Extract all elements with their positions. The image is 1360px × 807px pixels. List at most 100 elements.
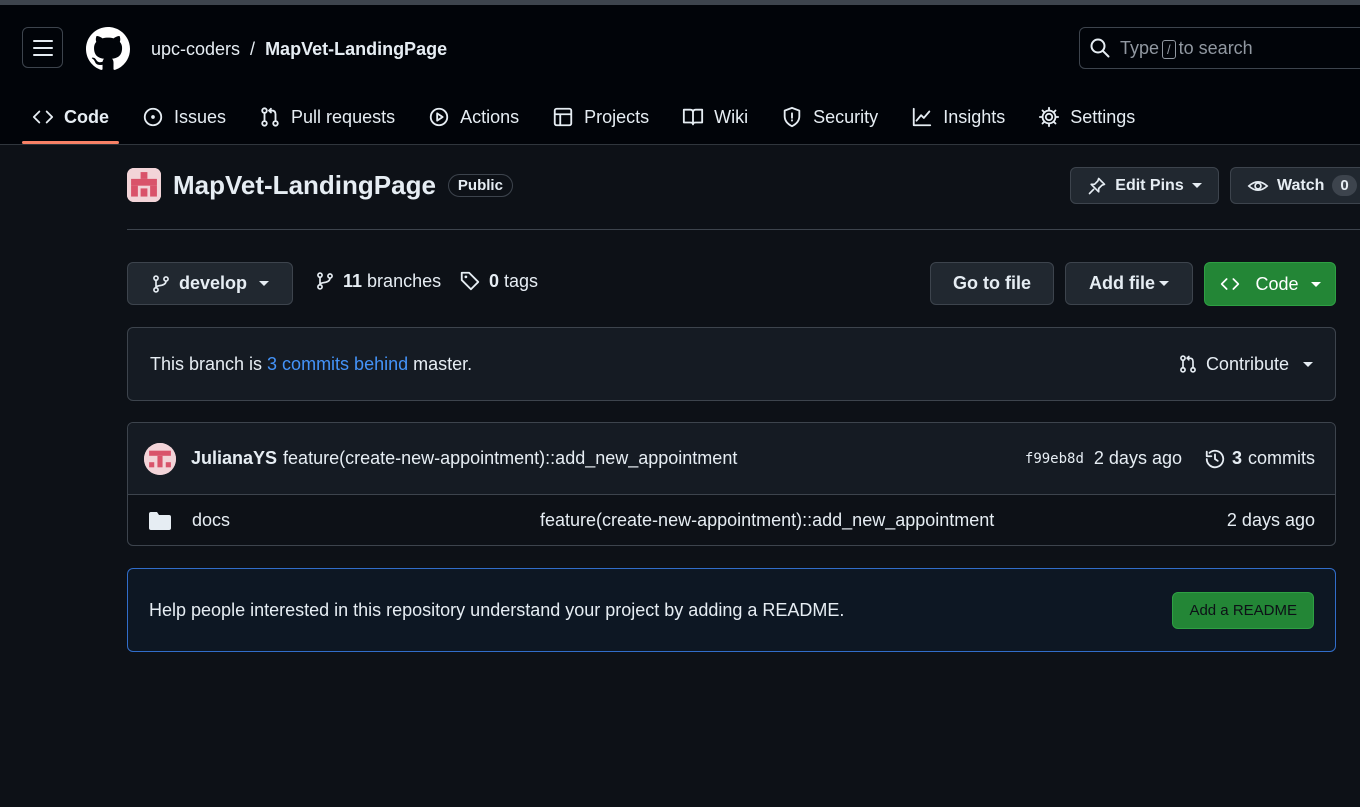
readme-prompt: Help people interested in this repositor… bbox=[127, 568, 1336, 652]
branches-count: 11 bbox=[343, 270, 363, 291]
commit-author-avatar[interactable] bbox=[144, 442, 176, 475]
branch-name: develop bbox=[178, 273, 248, 293]
readme-prompt-text: Help people interested in this repositor… bbox=[149, 599, 845, 620]
branches-link[interactable]: 11 branches bbox=[315, 270, 441, 292]
commit-author[interactable]: JulianaYS bbox=[191, 448, 277, 469]
pull-request-icon bbox=[1180, 355, 1196, 373]
menu-button[interactable] bbox=[22, 27, 63, 68]
contribute-button[interactable]: Contribute bbox=[1178, 353, 1313, 375]
git-branch-icon bbox=[153, 274, 169, 293]
chevron-down-icon bbox=[1310, 281, 1321, 287]
branch-status-notice: This branch is 3 commits behind master. … bbox=[127, 327, 1336, 401]
visibility-badge: Public bbox=[447, 173, 513, 197]
history-icon bbox=[1205, 449, 1225, 468]
branches-label: branches bbox=[367, 270, 442, 291]
pull-request-icon bbox=[261, 107, 279, 127]
search-placeholder: Type / to search bbox=[1120, 38, 1253, 59]
tab-security[interactable]: Security bbox=[771, 93, 888, 141]
file-browser: JulianaYS feature(create-new-appointment… bbox=[127, 422, 1336, 546]
shield-icon bbox=[783, 106, 801, 128]
notice-prefix: This branch is bbox=[150, 353, 263, 374]
owner-link[interactable]: upc-coders bbox=[151, 39, 240, 60]
repo-link[interactable]: MapVet-LandingPage bbox=[265, 39, 447, 60]
tab-settings[interactable]: Settings bbox=[1028, 93, 1145, 141]
commit-age: 2 days ago bbox=[1093, 448, 1182, 468]
file-age: 2 days ago bbox=[1226, 510, 1315, 530]
identicon-icon bbox=[144, 442, 176, 475]
search-shortcut-key: / bbox=[1162, 39, 1176, 59]
go-to-file-button[interactable]: Go to file bbox=[930, 262, 1054, 305]
global-header: upc-coders / MapVet-LandingPage Type / to … bbox=[0, 5, 1360, 145]
watch-count: 0 bbox=[1332, 175, 1357, 196]
header-divider bbox=[127, 229, 1360, 230]
hamburger-icon bbox=[32, 39, 53, 56]
tab-actions[interactable]: Actions bbox=[418, 93, 529, 141]
commits-count: 3 bbox=[1231, 448, 1242, 468]
pin-icon bbox=[1088, 177, 1106, 194]
commits-label: commits bbox=[1248, 448, 1315, 468]
book-icon bbox=[683, 108, 704, 126]
chevron-down-icon bbox=[259, 281, 270, 286]
commit-sha[interactable]: f99eb8d bbox=[1025, 451, 1084, 467]
identicon-icon bbox=[127, 168, 161, 202]
watch-label: Watch bbox=[1277, 176, 1325, 194]
tab-label: Pull requests bbox=[291, 106, 396, 127]
contribute-label: Contribute bbox=[1205, 353, 1289, 374]
breadcrumb: upc-coders / MapVet-LandingPage bbox=[151, 39, 447, 60]
notice-suffix: master. bbox=[413, 353, 473, 374]
search-placeholder-prefix: Type bbox=[1120, 37, 1160, 58]
eye-icon bbox=[1247, 180, 1269, 191]
graph-icon bbox=[913, 107, 932, 127]
repo-nav-tabs: Code Issues Pull requests Actions Projec… bbox=[22, 93, 1158, 144]
tab-pull-requests[interactable]: Pull requests bbox=[249, 93, 405, 141]
code-button-label: Code bbox=[1255, 273, 1299, 294]
commits-behind-link[interactable]: 3 commits behind bbox=[267, 354, 408, 375]
repo-title-bar: MapVet-LandingPage Public bbox=[127, 168, 513, 202]
breadcrumb-separator: / bbox=[250, 39, 256, 59]
edit-pins-button[interactable]: Edit Pins bbox=[1070, 167, 1219, 204]
tab-projects[interactable]: Projects bbox=[542, 93, 659, 141]
commit-message[interactable]: feature(create-new-appointment)::add_new… bbox=[283, 448, 737, 469]
file-commit-message[interactable]: feature(create-new-appointment)::add_new… bbox=[540, 510, 994, 531]
tab-code[interactable]: Code bbox=[22, 93, 119, 144]
tab-insights[interactable]: Insights bbox=[901, 93, 1015, 141]
tab-label: Projects bbox=[584, 106, 650, 127]
github-logo-icon[interactable] bbox=[86, 27, 130, 71]
tab-label: Insights bbox=[943, 106, 1006, 127]
issue-icon bbox=[143, 107, 163, 127]
code-button[interactable]: Code bbox=[1204, 262, 1336, 306]
file-row[interactable]: docs feature(create-new-appointment)::ad… bbox=[128, 495, 1335, 545]
chevron-down-icon bbox=[1191, 183, 1202, 188]
folder-icon bbox=[149, 511, 171, 530]
commit-meta: f99eb8d 2 days ago 3 commits bbox=[1025, 448, 1315, 470]
add-file-label: Add file bbox=[1089, 273, 1155, 293]
tab-wiki[interactable]: Wiki bbox=[672, 93, 758, 141]
file-name[interactable]: docs bbox=[192, 510, 230, 531]
tags-label: tags bbox=[504, 270, 539, 291]
tab-label: Actions bbox=[460, 106, 520, 127]
branch-select-button[interactable]: develop bbox=[127, 262, 293, 305]
tab-label: Settings bbox=[1070, 106, 1136, 127]
repo-title[interactable]: MapVet-LandingPage bbox=[173, 170, 436, 201]
repo-owner-avatar[interactable] bbox=[127, 168, 161, 202]
search-placeholder-suffix: to search bbox=[1178, 37, 1253, 58]
edit-pins-label: Edit Pins bbox=[1115, 176, 1184, 194]
add-file-button[interactable]: Add file bbox=[1065, 262, 1193, 305]
search-icon bbox=[1090, 38, 1110, 58]
go-to-file-label: Go to file bbox=[953, 273, 1031, 293]
play-icon bbox=[429, 107, 449, 127]
tags-link[interactable]: 0 tags bbox=[459, 270, 538, 292]
commits-history-link[interactable]: 3 commits bbox=[1204, 448, 1315, 470]
tag-icon bbox=[460, 271, 480, 291]
tab-label: Wiki bbox=[714, 106, 749, 127]
code-icon bbox=[32, 110, 54, 124]
add-readme-button[interactable]: Add a README bbox=[1172, 591, 1314, 629]
chevron-down-icon bbox=[1159, 281, 1169, 286]
tab-label: Issues bbox=[174, 106, 227, 127]
chevron-down-icon bbox=[1303, 361, 1313, 367]
watch-button[interactable]: Watch 0 bbox=[1230, 167, 1360, 204]
search-input[interactable]: Type / to search bbox=[1079, 27, 1360, 69]
tab-issues[interactable]: Issues bbox=[132, 93, 236, 141]
latest-commit-row: JulianaYS feature(create-new-appointment… bbox=[128, 423, 1335, 495]
code-icon bbox=[1221, 278, 1240, 290]
